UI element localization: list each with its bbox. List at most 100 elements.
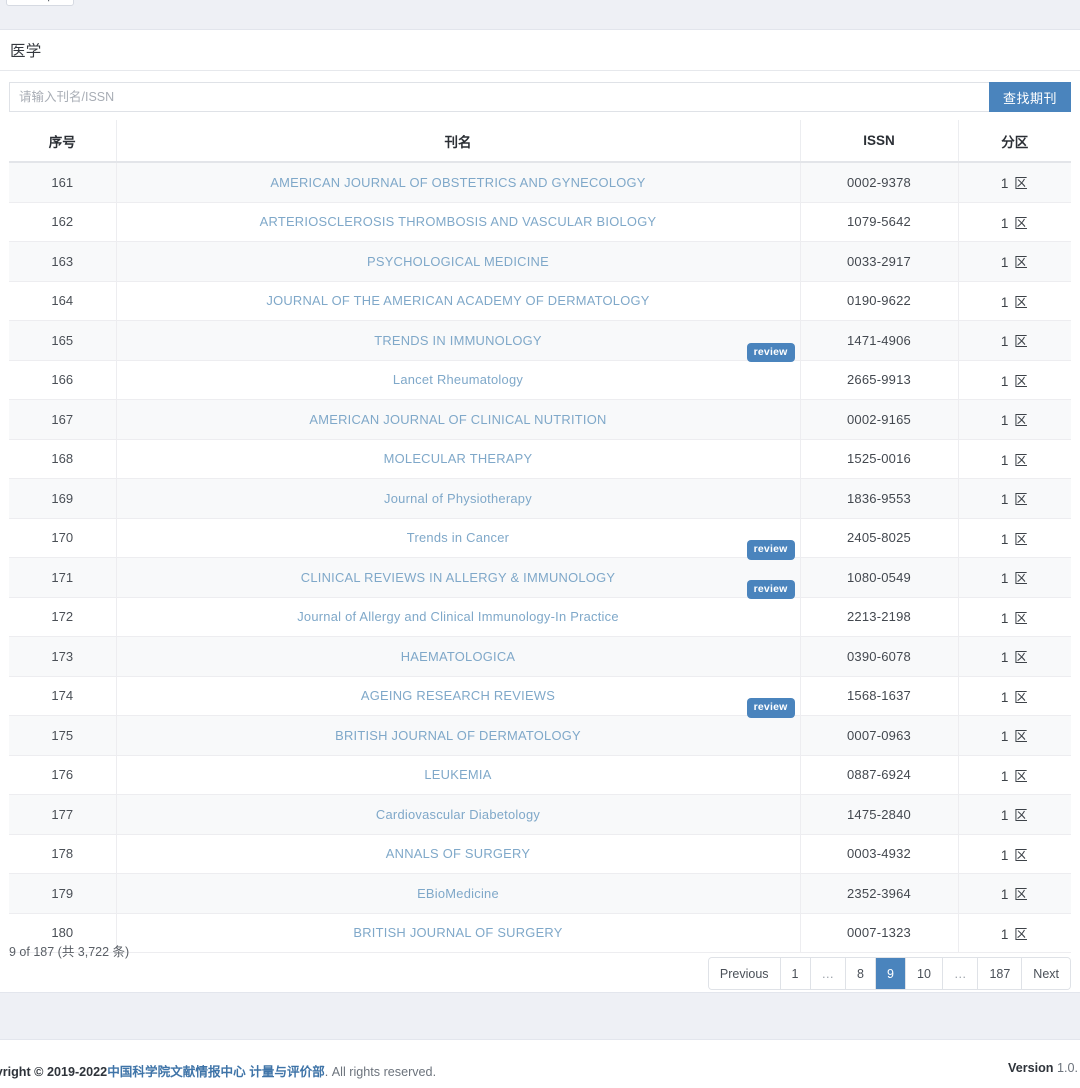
cell-issn: 2405-8025 <box>800 518 959 558</box>
result-summary: 9 of 187 (共 3,722 条) <box>9 945 130 959</box>
row-index: 180 <box>51 925 74 941</box>
cell-issn: 1471-4906 <box>800 320 959 361</box>
journal-link[interactable]: LEUKEMIA <box>424 767 491 782</box>
cell-journal-name: ANNALS OF SURGERY <box>116 834 801 874</box>
cell-issn: 0002-9165 <box>800 399 959 440</box>
journal-link[interactable]: PSYCHOLOGICAL MEDICINE <box>367 254 549 269</box>
table-row: 164 JOURNAL OF THE AMERICAN ACADEMY OF DE… <box>9 281 1071 321</box>
journal-link[interactable]: EBioMedicine <box>417 886 499 901</box>
issn-value: 1836-9553 <box>847 490 911 506</box>
issn-value: 0033-2917 <box>847 253 911 269</box>
row-index: 179 <box>51 885 74 901</box>
column-header-name: 刊名 <box>116 120 801 163</box>
row-index: 162 <box>51 214 74 230</box>
journal-link[interactable]: ANNALS OF SURGERY <box>386 846 530 861</box>
journal-name-wrap: Journal of Allergy and Clinical Immunolo… <box>117 598 800 636</box>
cell-issn: 0190-9622 <box>800 281 959 321</box>
pagination-previous[interactable]: Previous <box>708 958 781 989</box>
journal-link[interactable]: Journal of Allergy and Clinical Immunolo… <box>297 609 619 624</box>
issn-value: 2405-8025 <box>847 530 911 546</box>
cell-journal-name: AMERICAN JOURNAL OF OBSTETRICS AND GYNEC… <box>116 162 801 203</box>
row-index: 174 <box>51 688 74 704</box>
year-select[interactable]: 2022年 ▼ <box>6 0 74 6</box>
journal-link[interactable]: Trends in Cancer <box>407 530 509 545</box>
pagination-page[interactable]: 10 <box>906 958 943 989</box>
cell-issn: 0003-4932 <box>800 834 959 874</box>
journal-name-wrap: HAEMATOLOGICA <box>117 637 800 675</box>
cell-zone: 1 区 <box>958 557 1071 598</box>
cell-journal-name: PSYCHOLOGICAL MEDICINE <box>116 241 801 282</box>
cell-zone: 1 区 <box>958 636 1071 677</box>
journal-link[interactable]: JOURNAL OF THE AMERICAN ACADEMY OF DERMA… <box>266 293 649 308</box>
cell-no: 174 <box>9 676 117 716</box>
journal-link[interactable]: ARTERIOSCLEROSIS THROMBOSIS AND VASCULAR… <box>260 214 657 229</box>
cell-zone: 1 区 <box>958 399 1071 440</box>
cell-no: 165 <box>9 320 117 361</box>
zone-value: 1 区 <box>1000 847 1029 863</box>
cell-zone: 1 区 <box>958 281 1071 321</box>
cell-no: 167 <box>9 399 117 440</box>
table-row: 173 HAEMATOLOGICA 0390-6078 1 区 <box>9 636 1071 677</box>
cell-journal-name: Cardiovascular Diabetology <box>116 794 801 835</box>
page-title: 医学 <box>10 43 42 60</box>
journal-name-wrap: MOLECULAR THERAPY <box>117 440 800 478</box>
search-input[interactable] <box>9 82 989 112</box>
issn-value: 1525-0016 <box>847 451 911 467</box>
issn-value: 1475-2840 <box>847 806 911 822</box>
journal-link[interactable]: AMERICAN JOURNAL OF OBSTETRICS AND GYNEC… <box>270 175 645 190</box>
journal-name-wrap: EBioMedicine <box>117 874 800 912</box>
pagination-page[interactable]: 9 <box>876 958 907 989</box>
table-row: 162 ARTERIOSCLEROSIS THROMBOSIS AND VASCU… <box>9 202 1071 242</box>
journal-link[interactable]: CLINICAL REVIEWS IN ALLERGY & IMMUNOLOGY <box>301 570 615 585</box>
cell-no: 170 <box>9 518 117 558</box>
zone-value: 1 区 <box>1000 413 1029 429</box>
row-index: 164 <box>51 293 74 309</box>
journal-name-wrap: PSYCHOLOGICAL MEDICINE <box>117 242 800 280</box>
table-header-row: 序号 刊名 ISSN 分区 <box>9 120 1071 163</box>
find-journal-button[interactable]: 查找期刊 <box>989 82 1071 112</box>
row-index: 166 <box>51 372 74 388</box>
issn-value: 0390-6078 <box>847 648 911 664</box>
pagination-page[interactable]: 187 <box>978 958 1023 989</box>
journal-link[interactable]: BRITISH JOURNAL OF SURGERY <box>353 925 562 940</box>
journal-link[interactable]: AGEING RESEARCH REVIEWS <box>361 688 555 703</box>
pagination-next[interactable]: Next <box>1022 958 1070 989</box>
issn-value: 0007-0963 <box>847 727 911 743</box>
table-row: 171 CLINICAL REVIEWS IN ALLERGY & IMMUNOL… <box>9 557 1071 600</box>
journal-name-wrap: AGEING RESEARCH REVIEWS review <box>117 677 800 718</box>
journal-name-wrap: Trends in Cancer review <box>117 519 800 560</box>
journal-link[interactable]: Lancet Rheumatology <box>393 372 523 387</box>
search-row: 查找期刊 <box>9 82 1071 112</box>
table-row: 165 TRENDS IN IMMUNOLOGY review 1471-4906 1 … <box>9 320 1071 363</box>
pagination[interactable]: Previous 1… 8 9 10… 187 Next <box>708 958 1070 989</box>
journal-name-wrap: BRITISH JOURNAL OF SURGERY <box>117 914 800 952</box>
cell-zone: 1 区 <box>958 873 1071 914</box>
journal-link[interactable]: Journal of Physiotherapy <box>384 491 532 506</box>
journal-link[interactable]: MOLECULAR THERAPY <box>384 451 533 466</box>
zone-value: 1 区 <box>1000 571 1029 587</box>
cell-journal-name: HAEMATOLOGICA <box>116 636 801 677</box>
journal-link[interactable]: HAEMATOLOGICA <box>401 649 516 664</box>
cell-issn: 2213-2198 <box>800 597 959 637</box>
copyright-org: 中国科学院文献情报中心 计量与评价部 <box>107 1065 325 1079</box>
journal-link[interactable]: BRITISH JOURNAL OF DERMATOLOGY <box>335 728 581 743</box>
journal-link[interactable]: TRENDS IN IMMUNOLOGY <box>374 333 542 348</box>
cell-issn: 0033-2917 <box>800 241 959 282</box>
cell-no: 164 <box>9 281 117 321</box>
pagination-page[interactable]: 1 <box>780 958 811 989</box>
table-row: 179 EBioMedicine 2352-3964 1 区 <box>9 873 1071 914</box>
cell-journal-name: JOURNAL OF THE AMERICAN ACADEMY OF DERMA… <box>116 281 801 321</box>
review-badge: review <box>746 540 795 560</box>
cell-no: 175 <box>9 715 117 756</box>
pagination-page[interactable]: 8 <box>846 958 877 989</box>
issn-value: 0887-6924 <box>847 767 911 783</box>
cell-journal-name: BRITISH JOURNAL OF SURGERY <box>116 913 801 953</box>
journal-link[interactable]: Cardiovascular Diabetology <box>376 807 540 822</box>
cell-journal-name: AMERICAN JOURNAL OF CLINICAL NUTRITION <box>116 399 801 440</box>
journal-name-wrap: BRITISH JOURNAL OF DERMATOLOGY <box>117 716 800 754</box>
journal-link[interactable]: AMERICAN JOURNAL OF CLINICAL NUTRITION <box>309 412 606 427</box>
journal-name-wrap: ANNALS OF SURGERY <box>117 835 800 873</box>
issn-value: 1080-0549 <box>847 569 911 585</box>
results-card: 医学 查找期刊 序号 刊名 ISSN 分区 161 AMERICAN JOURNA… <box>0 30 1080 992</box>
table-row: 180 BRITISH JOURNAL OF SURGERY 0007-1323 1 … <box>9 913 1071 953</box>
